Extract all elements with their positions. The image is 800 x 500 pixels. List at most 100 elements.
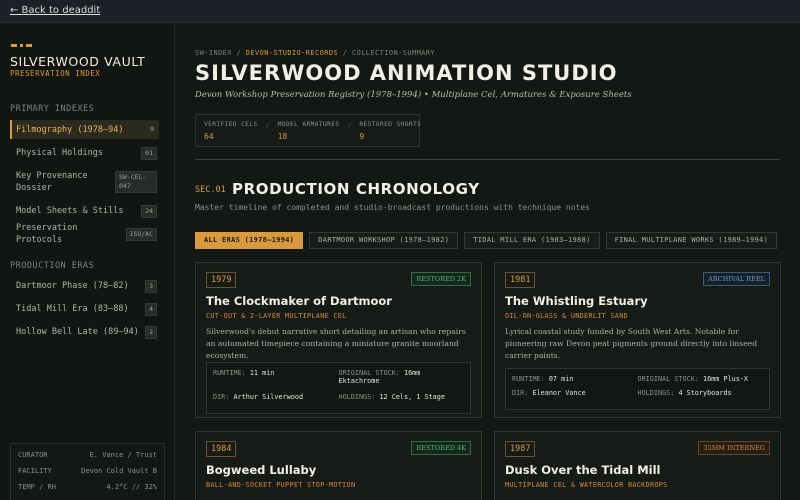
spec-value: 4 Storyboards [678, 389, 732, 397]
sidebar-item-label: Key Provenance Dossier [16, 171, 88, 193]
status-badge: ARCHIVAL REEL [703, 272, 770, 286]
sidebar-item-model-sheets[interactable]: Model Sheets & Stills 24 [10, 204, 159, 218]
climate-row: TEMP / RH 4.2°C // 32% [18, 483, 157, 499]
stat-value: 18 [277, 132, 288, 141]
status-badge: RESTORED 4K [411, 441, 471, 455]
breadcrumb: SW-INDEX / DEVON-STUDIO-RECORDS / COLLEC… [195, 49, 435, 57]
tab-final-multiplane-works[interactable]: FINAL MULTIPLANE WORKS (1989–1994) [605, 232, 778, 249]
stat-value: 9 [359, 132, 365, 141]
stat-value: 64 [204, 132, 214, 141]
spec-value: 11 min [249, 369, 275, 377]
sidebar-item-hollow-bell-late[interactable]: Hollow Bell Late (89–94) 2 [10, 325, 159, 339]
stat-restored-shorts: RESTORED SHORTS 9 [359, 121, 422, 141]
spec-label: HOLDINGS: [637, 389, 675, 397]
stat-verified-cels: VERIFIED CELS 64 [204, 121, 258, 141]
status-badge: 35MM INTERNEG [698, 441, 770, 455]
film-title: The Whistling Estuary [505, 294, 648, 308]
year-badge: 1979 [206, 272, 237, 288]
brand-subtitle: PRESERVATION INDEX [10, 69, 101, 78]
sidebar-item-physical-holdings[interactable]: Physical Holdings 01 [10, 146, 159, 160]
stat-label: VERIFIED CELS [204, 121, 258, 128]
spec-value: 07 min [548, 375, 574, 383]
film-description: Lyrical coastal study funded by South We… [505, 327, 758, 360]
film-card[interactable]: 1987 35MM INTERNEG Dusk Over the Tidal M… [494, 431, 781, 500]
stats-panel: VERIFIED CELS 64 / MODEL ARMATURES 18 / … [195, 114, 422, 147]
sidebar-item-label: Filmography (1978–94) [16, 124, 124, 135]
count-badge: 2 [145, 325, 157, 339]
info-value: 4.2°C // 32% [106, 483, 157, 491]
film-title: The Clockmaker of Dartmoor [206, 294, 392, 308]
sidebar-item-label: Dartmoor Phase (78–82) [16, 281, 129, 291]
breadcrumb-item[interactable]: SW-INDEX [195, 49, 232, 57]
primary-indexes-heading: PRIMARY INDEXES [10, 104, 95, 114]
sidebar-item-filmography[interactable]: Filmography (1978–94) 9 [10, 120, 159, 139]
info-value: E. Vance / Trust [89, 451, 157, 459]
spec-label: DIR: [512, 389, 529, 397]
logo-mark-icon [11, 44, 32, 47]
tab-dartmoor-workshop[interactable]: DARTMOOR WORKSHOP (1978–1982) [309, 232, 459, 249]
film-description: Silverwood's debut narrative short detai… [206, 327, 466, 360]
spec-label: DIR: [213, 393, 230, 401]
sidebar-item-label: Preservation Protocols [16, 223, 78, 245]
top-bar: ← Back to deaddit [0, 0, 800, 23]
stat-model-armatures: MODEL ARMATURES 18 [277, 121, 340, 141]
production-eras-heading: PRODUCTION ERAS [10, 261, 95, 271]
film-technique: OIL-ON-GLASS & UNDERLIT SAND [505, 312, 628, 320]
spec-director: DIR: Eleanor Vance [512, 389, 638, 403]
spec-label: HOLDINGS: [338, 393, 376, 401]
spec-value: 12 Cels, 1 Stage [379, 393, 445, 401]
breadcrumb-separator: / [236, 49, 242, 57]
section-title: PRODUCTION CHRONOLOGY [232, 180, 480, 198]
sidebar-item-label: Tidal Mill Era (83–88) [16, 304, 129, 314]
film-title: Dusk Over the Tidal Mill [505, 463, 661, 477]
spec-holdings: HOLDINGS: 12 Cels, 1 Stage [339, 393, 465, 407]
spec-label: ORIGINAL STOCK: [637, 375, 699, 383]
back-link[interactable]: ← Back to deaddit [10, 5, 100, 16]
breadcrumb-item[interactable]: DEVON-STUDIO-RECORDS [246, 49, 338, 57]
breadcrumb-item-current: COLLECTION-SUMMARY [351, 49, 436, 57]
section-divider [195, 159, 780, 160]
spec-stock: ORIGINAL STOCK: 16mm Ektachrome [339, 369, 465, 393]
tab-tidal-mill-era[interactable]: TIDAL MILL ERA (1983–1988) [464, 232, 600, 249]
spec-holdings: HOLDINGS: 4 Storyboards [638, 389, 764, 403]
sidebar-item-provenance-dossier[interactable]: Key Provenance Dossier SW-CEL-047 [10, 170, 159, 194]
spec-label: RUNTIME: [512, 375, 545, 383]
page-title: SILVERWOOD ANIMATION STUDIO [195, 61, 618, 85]
sidebar-item-tidal-mill-era[interactable]: Tidal Mill Era (83–88) 4 [10, 302, 159, 316]
main-content: SW-INDEX / DEVON-STUDIO-RECORDS / COLLEC… [175, 23, 800, 500]
spec-value: 16mm Plus-X [702, 375, 748, 383]
info-value: Devon Cold Vault B [81, 467, 157, 475]
spec-director: DIR: Arthur Silverwood [213, 393, 339, 407]
count-badge: 3 [145, 279, 157, 293]
count-badge: 01 [141, 146, 157, 160]
sidebar-item-preservation-protocols[interactable]: Preservation Protocols ISO/AC [10, 223, 159, 245]
year-badge: 1981 [505, 272, 536, 288]
status-badge: RESTORED 2K [411, 272, 471, 286]
section-number: SEC.01 [195, 185, 226, 195]
info-key: CURATOR [18, 451, 48, 459]
dossier-id-badge: SW-CEL-047 [115, 171, 157, 193]
year-badge: 1984 [206, 441, 237, 457]
year-badge: 1987 [505, 441, 536, 457]
breadcrumb-separator: / [342, 49, 348, 57]
stat-divider: / [265, 121, 270, 129]
tab-all-eras[interactable]: ALL ERAS (1978–1994) [195, 232, 304, 249]
sidebar-item-label: Physical Holdings [16, 148, 103, 158]
film-card[interactable]: 1979 RESTORED 2K The Clockmaker of Dartm… [195, 262, 482, 418]
standard-badge: ISO/AC [125, 227, 157, 241]
stat-label: MODEL ARMATURES [277, 121, 340, 128]
era-filter-tabs: ALL ERAS (1978–1994) DARTMOOR WORKSHOP (… [195, 232, 778, 249]
sidebar: SILVERWOOD VAULT PRESERVATION INDEX PRIM… [0, 23, 175, 500]
count-badge: 24 [141, 204, 157, 218]
film-card[interactable]: 1984 RESTORED 4K Bogweed Lullaby BALL-AN… [195, 431, 482, 500]
spec-value: Arthur Silverwood [233, 393, 304, 401]
film-technique: MULTIPLANE CEL & WATERCOLOR BACKDROPS [505, 481, 668, 489]
facility-row: FACILITY Devon Cold Vault B [18, 467, 157, 483]
film-card[interactable]: 1981 ARCHIVAL REEL The Whistling Estuary… [494, 262, 781, 418]
sidebar-item-dartmoor-phase[interactable]: Dartmoor Phase (78–82) 3 [10, 279, 159, 293]
facility-info-panel: CURATOR E. Vance / Trust FACILITY Devon … [10, 443, 165, 500]
film-technique: CUT-OUT & 2-LAYER MULTIPLANE CEL [206, 312, 347, 320]
stat-label: RESTORED SHORTS [359, 121, 422, 128]
page-subtitle: Devon Workshop Preservation Registry (19… [195, 90, 632, 100]
sidebar-item-label: Model Sheets & Stills [16, 206, 124, 216]
